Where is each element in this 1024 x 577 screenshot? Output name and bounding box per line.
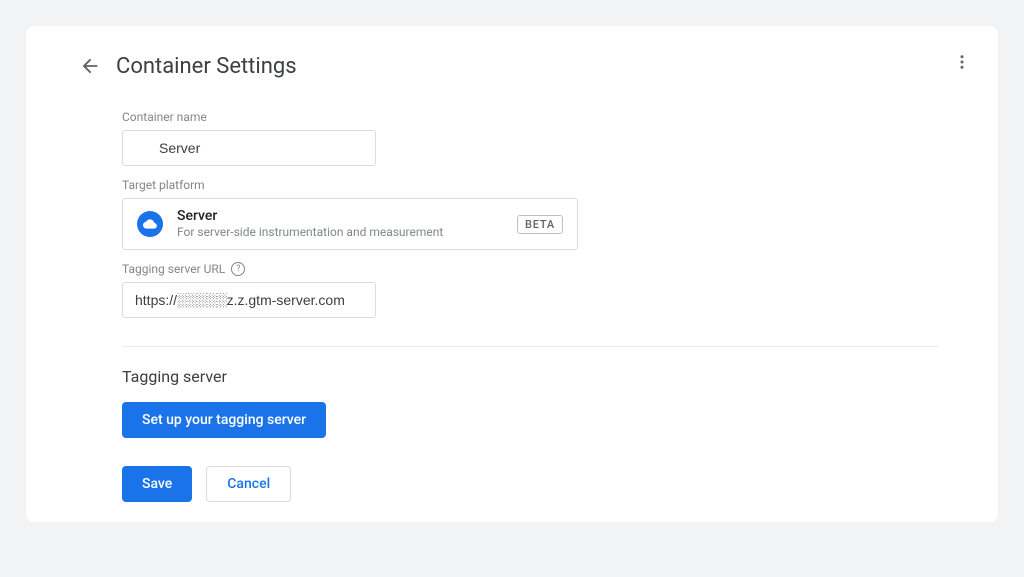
target-platform-card[interactable]: Server For server-side instrumentation a… bbox=[122, 198, 578, 250]
cancel-button[interactable]: Cancel bbox=[206, 466, 291, 502]
help-icon[interactable]: ? bbox=[231, 262, 245, 276]
target-platform-label: Target platform bbox=[122, 178, 938, 192]
tagging-url-label: Tagging server URL ? bbox=[122, 262, 938, 276]
platform-text: Server For server-side instrumentation a… bbox=[177, 207, 503, 241]
beta-badge: BETA bbox=[517, 215, 563, 234]
container-name-input[interactable] bbox=[122, 130, 376, 166]
platform-name: Server bbox=[177, 207, 503, 225]
platform-desc: For server-side instrumentation and meas… bbox=[177, 225, 503, 241]
cloud-icon bbox=[137, 211, 163, 237]
settings-card: Container Settings Container name Target… bbox=[26, 26, 998, 522]
setup-tagging-server-button[interactable]: Set up your tagging server bbox=[122, 402, 326, 438]
header: Container Settings bbox=[26, 26, 998, 92]
tagging-url-input[interactable] bbox=[122, 282, 376, 318]
divider bbox=[122, 346, 938, 347]
content: Container name Target platform Server Fo… bbox=[26, 92, 998, 522]
container-name-label: Container name bbox=[122, 110, 938, 124]
tagging-server-section-title: Tagging server bbox=[122, 367, 938, 386]
save-button[interactable]: Save bbox=[122, 466, 192, 502]
arrow-left-icon bbox=[79, 55, 101, 77]
back-button[interactable] bbox=[72, 48, 108, 84]
action-row: Save Cancel bbox=[122, 466, 938, 502]
more-vert-icon bbox=[953, 53, 971, 71]
page-title: Container Settings bbox=[116, 54, 297, 79]
more-options-button[interactable] bbox=[944, 44, 980, 80]
tagging-url-label-text: Tagging server URL bbox=[122, 262, 225, 276]
